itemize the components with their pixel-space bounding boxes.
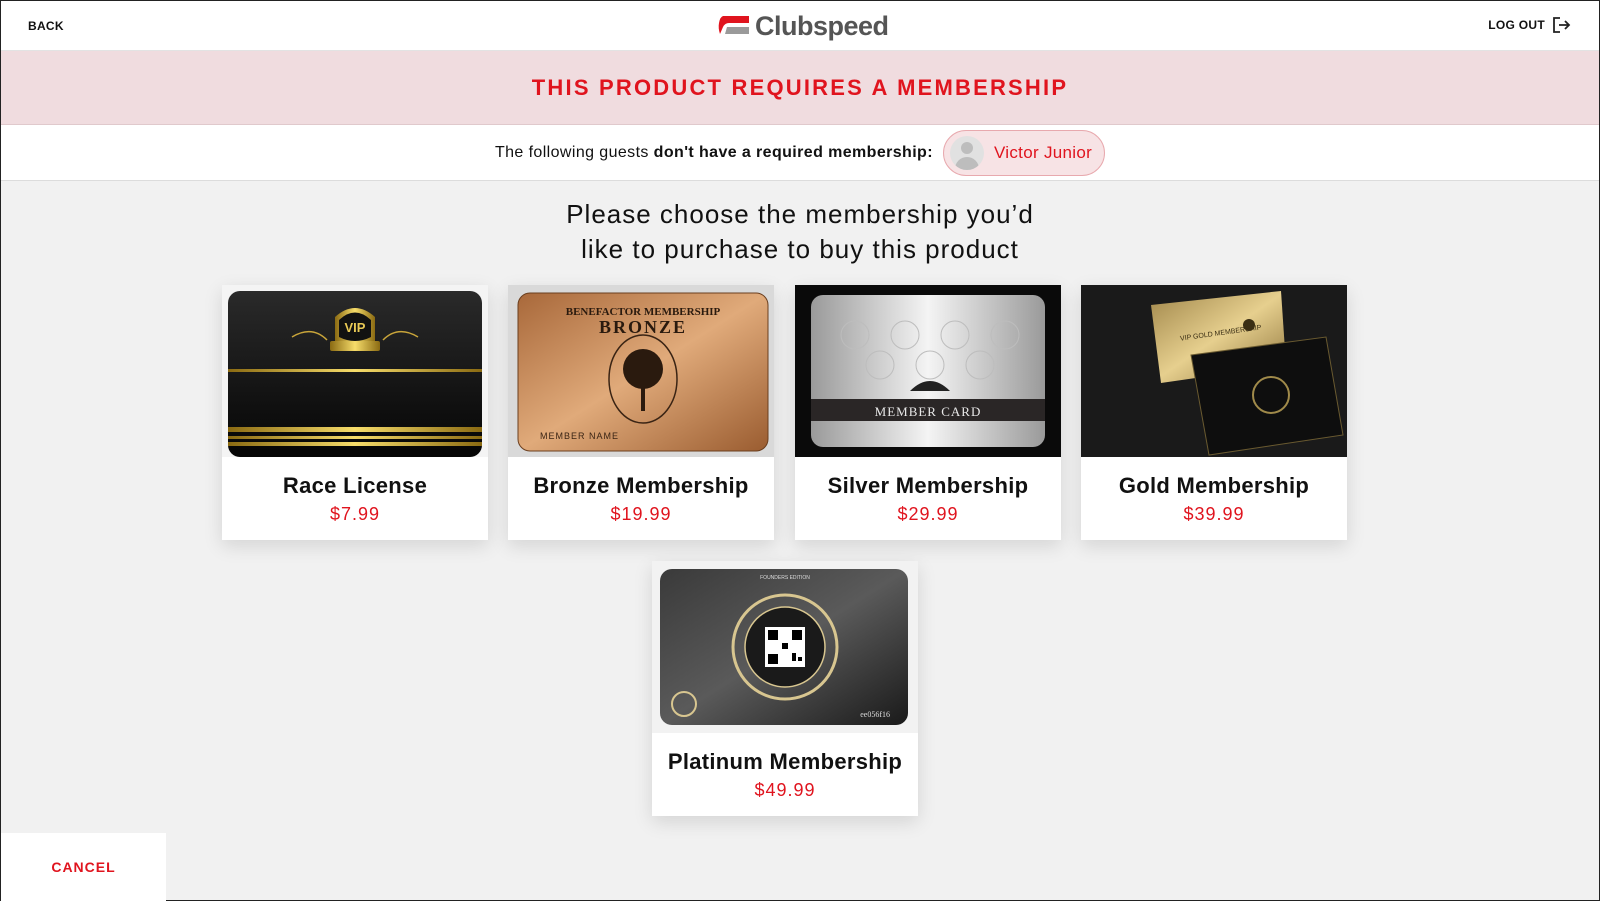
- membership-name: Race License: [282, 473, 428, 498]
- membership-price: $29.99: [897, 504, 959, 524]
- top-bar: BACK Clubspeed LOG OUT: [1, 1, 1599, 51]
- platinum-card-image: FOUNDERS EDITION ee056f16: [652, 561, 918, 733]
- membership-name: Platinum Membership: [667, 749, 903, 774]
- race-license-image-text: VIP: [345, 320, 366, 335]
- bronze-card-image: BENEFACTOR MEMBERSHIP BRONZE MEMBER NAME: [508, 285, 774, 457]
- back-button[interactable]: BACK: [28, 19, 64, 33]
- clubspeed-logo-icon: [718, 16, 749, 34]
- membership-name: Silver Membership: [827, 473, 1029, 498]
- guest-name: Victor Junior: [993, 142, 1093, 162]
- membership-card-gold[interactable]: VIP GOLD MEMBERSHIP Gold Membership $39.…: [1081, 285, 1347, 540]
- guests-message: The following guests don't have a requir…: [495, 144, 933, 162]
- logout-icon: [1553, 17, 1571, 33]
- bronze-image-bottom-text: MEMBER NAME: [540, 431, 619, 441]
- guests-without-membership: The following guests don't have a requir…: [1, 125, 1599, 181]
- user-avatar-icon: [949, 135, 984, 170]
- silver-card-image: MEMBER CARD: [795, 285, 1061, 457]
- membership-price: $7.99: [329, 504, 381, 524]
- guest-chip[interactable]: Victor Junior: [942, 129, 1106, 176]
- prompt-line-2: like to purchase to buy this product: [581, 234, 1019, 264]
- guests-message-suffix: :: [927, 143, 933, 161]
- membership-required-banner: THIS PRODUCT REQUIRES A MEMBERSHIP: [1, 51, 1599, 125]
- membership-name: Bronze Membership: [533, 473, 749, 498]
- guests-message-prefix: The following guests: [494, 143, 654, 161]
- brand-name: Clubspeed: [755, 10, 889, 41]
- logout-button[interactable]: LOG OUT: [1488, 17, 1571, 33]
- membership-card-silver[interactable]: MEMBER CARD Silver Membership $29.99: [795, 285, 1061, 540]
- prompt-line-1: Please choose the membership you’d: [566, 199, 1034, 229]
- membership-card-bronze[interactable]: BENEFACTOR MEMBERSHIP BRONZE MEMBER NAME…: [508, 285, 774, 540]
- membership-card-race-license[interactable]: VIP Race License $7.99: [222, 285, 488, 540]
- membership-name: Gold Membership: [1118, 473, 1310, 498]
- membership-card-platinum[interactable]: FOUNDERS EDITION ee056f16 Platinum Membe…: [652, 561, 918, 816]
- silver-image-text: MEMBER CARD: [875, 404, 982, 419]
- platinum-image-top-text: FOUNDERS EDITION: [760, 575, 810, 581]
- platinum-image-code-text: ee056f16: [860, 710, 890, 719]
- gold-card-image: VIP GOLD MEMBERSHIP: [1081, 285, 1347, 457]
- bronze-image-main-text: BRONZE: [599, 317, 687, 337]
- choose-membership-prompt: Please choose the membership you’d like …: [1, 197, 1599, 267]
- cancel-button[interactable]: CANCEL: [1, 833, 166, 901]
- membership-price: $39.99: [1183, 504, 1245, 524]
- logout-label: LOG OUT: [1488, 18, 1545, 32]
- membership-price: $49.99: [754, 780, 816, 800]
- race-license-card-image: VIP: [222, 285, 488, 457]
- banner-title: THIS PRODUCT REQUIRES A MEMBERSHIP: [531, 74, 1069, 100]
- membership-price: $19.99: [610, 504, 672, 524]
- clubspeed-logo: Clubspeed: [717, 10, 889, 42]
- guests-message-emphasis: don't have a required membership: [653, 143, 928, 161]
